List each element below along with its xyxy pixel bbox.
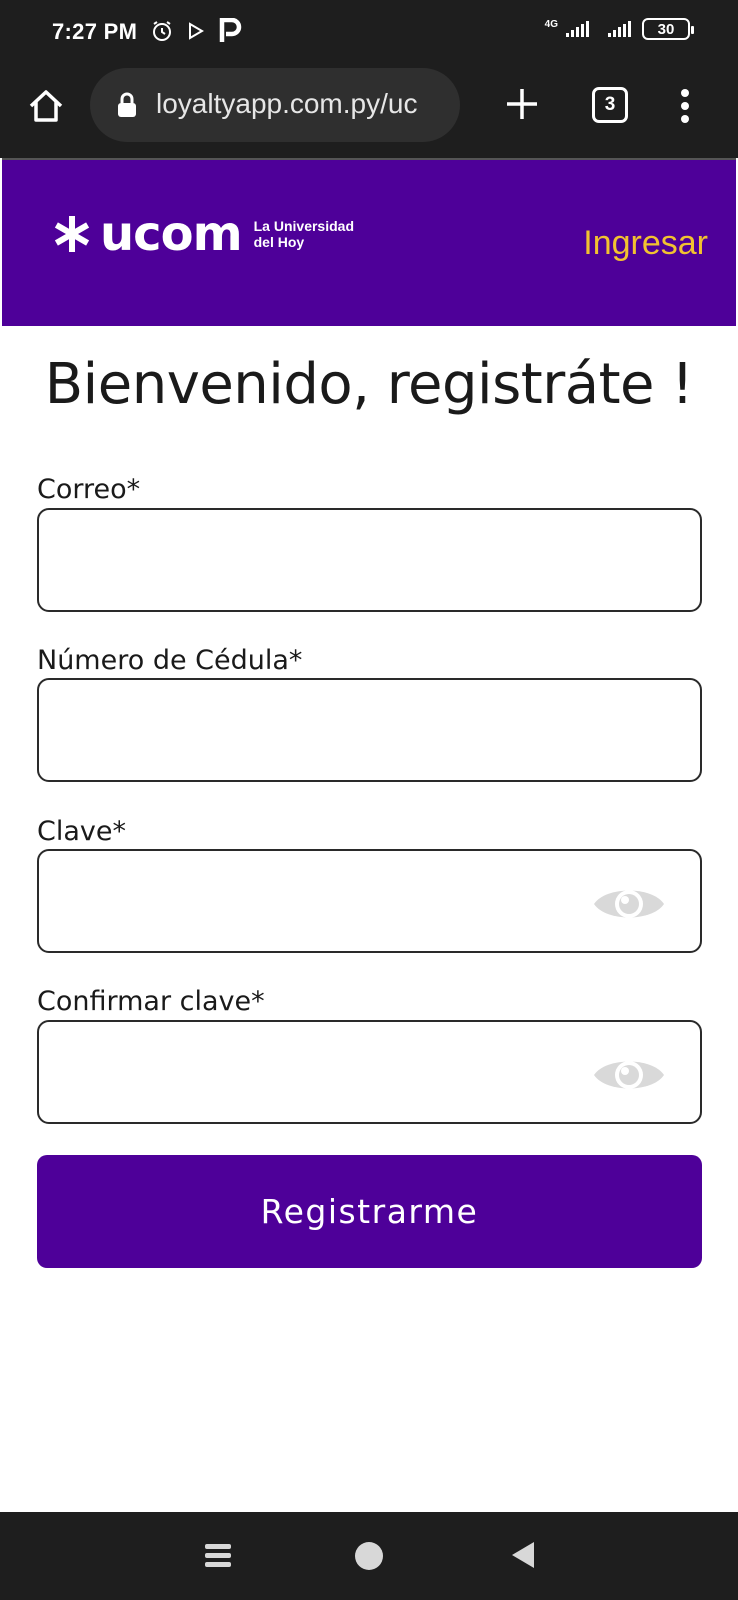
url-text[interactable]: loyaltyapp.com.py/uc bbox=[156, 88, 446, 120]
email-input[interactable] bbox=[55, 510, 615, 610]
email-field[interactable] bbox=[37, 508, 702, 612]
logo-tagline: La Universidad del Hoy bbox=[254, 218, 354, 250]
tabs-icon[interactable]: 3 bbox=[592, 87, 628, 123]
lock-icon bbox=[118, 92, 136, 117]
email-label: Correo* bbox=[37, 474, 141, 505]
more-vert-icon[interactable] bbox=[672, 86, 698, 126]
logo-tagline-line1: La Universidad bbox=[253, 218, 354, 234]
battery-level: 30 bbox=[657, 20, 675, 38]
confirm-password-field[interactable] bbox=[37, 1020, 702, 1124]
play-icon bbox=[189, 22, 204, 40]
recents-icon[interactable] bbox=[205, 1542, 231, 1570]
status-icons-left bbox=[150, 18, 242, 44]
plus-icon[interactable] bbox=[502, 84, 542, 124]
logo-tagline-line2: del Hoy bbox=[253, 234, 305, 250]
eye-icon[interactable] bbox=[592, 883, 666, 925]
register-button[interactable]: Registrarme bbox=[37, 1155, 702, 1268]
id-number-input[interactable] bbox=[55, 680, 615, 780]
home-circle-icon[interactable] bbox=[355, 1542, 383, 1570]
alarm-icon bbox=[153, 21, 171, 41]
tab-count: 3 bbox=[604, 94, 616, 115]
home-icon[interactable] bbox=[26, 86, 66, 126]
logo-wordmark: ucom bbox=[100, 206, 243, 262]
signal-icon-2 bbox=[608, 21, 631, 37]
login-link[interactable]: Ingresar bbox=[583, 224, 708, 263]
asterisk-logo-icon bbox=[54, 216, 90, 252]
id-number-label: Número de Cédula* bbox=[37, 645, 303, 676]
signal-icon bbox=[566, 21, 589, 37]
network-type: 4G bbox=[544, 18, 558, 30]
status-time: 7:27 PM bbox=[52, 19, 138, 44]
password-field[interactable] bbox=[37, 849, 702, 953]
status-icons-right: 4G 30 bbox=[544, 18, 694, 40]
password-input[interactable] bbox=[55, 851, 615, 951]
browser-toolbar: loyaltyapp.com.py/uc 3 bbox=[0, 66, 738, 158]
page-title: Bienvenido, registráte ! bbox=[44, 352, 694, 417]
address-bar[interactable]: loyaltyapp.com.py/uc bbox=[90, 68, 460, 142]
ucom-logo[interactable]: ucom La Universidad del Hoy bbox=[52, 210, 354, 258]
back-icon[interactable] bbox=[510, 1540, 536, 1570]
site-header: ucom La Universidad del Hoy Ingresar bbox=[2, 158, 736, 326]
eye-icon[interactable] bbox=[592, 1054, 666, 1096]
password-label: Clave* bbox=[37, 816, 126, 847]
app-p-icon bbox=[219, 18, 242, 42]
id-number-field[interactable] bbox=[37, 678, 702, 782]
confirm-password-label: Confirmar clave* bbox=[37, 986, 265, 1017]
status-bar: 7:27 PM 4G 30 bbox=[0, 0, 738, 66]
battery-icon: 30 bbox=[642, 18, 694, 40]
system-nav-bar bbox=[0, 1512, 738, 1600]
confirm-password-input[interactable] bbox=[55, 1022, 615, 1122]
